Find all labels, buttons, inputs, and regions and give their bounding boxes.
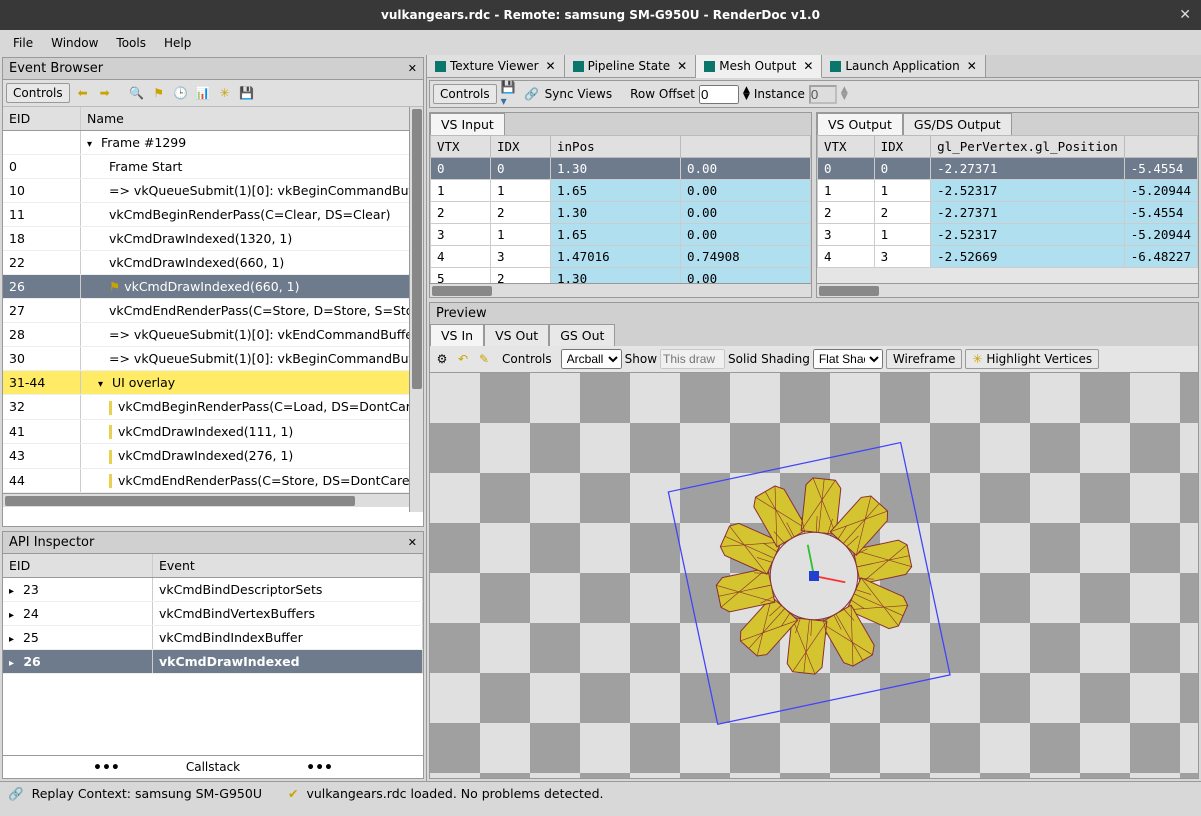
- show-label: Show: [625, 352, 657, 366]
- api-row[interactable]: ▸ 23vkCmdBindDescriptorSets: [3, 578, 423, 602]
- chart-icon[interactable]: 📊: [194, 84, 212, 102]
- menu-window[interactable]: Window: [43, 33, 106, 53]
- event-row[interactable]: 26⚑ vkCmdDrawIndexed(660, 1): [3, 275, 423, 299]
- shading-select[interactable]: Flat Shading: [813, 349, 883, 369]
- event-row[interactable]: 22vkCmdDrawIndexed(660, 1): [3, 251, 423, 275]
- gear-mesh: [664, 426, 964, 726]
- api-row[interactable]: ▸ 26vkCmdDrawIndexed: [3, 650, 423, 674]
- event-browser-title: Event Browser: [9, 61, 103, 76]
- event-row[interactable]: 11vkCmdBeginRenderPass(C=Clear, DS=Clear…: [3, 203, 423, 227]
- table-row[interactable]: 111.650.00: [431, 180, 811, 202]
- wand-icon[interactable]: ✎: [475, 350, 493, 368]
- check-icon: ✔: [288, 786, 298, 801]
- flag-icon[interactable]: ⚑: [150, 84, 168, 102]
- horizontal-scrollbar[interactable]: [817, 283, 1198, 297]
- camera-mode-select[interactable]: Arcball: [561, 349, 622, 369]
- undo-icon[interactable]: ↶: [454, 350, 472, 368]
- table-row[interactable]: 221.300.00: [431, 202, 811, 224]
- highlight-button[interactable]: ✳ Highlight Vertices: [965, 349, 1099, 369]
- column-name[interactable]: Name: [81, 107, 423, 130]
- menu-tools[interactable]: Tools: [108, 33, 154, 53]
- callstack-toggle[interactable]: ••• Callstack •••: [3, 755, 423, 778]
- wireframe-button[interactable]: Wireframe: [886, 349, 963, 369]
- event-row[interactable]: 10=> vkQueueSubmit(1)[0]: vkBeginCommand…: [3, 179, 423, 203]
- event-row[interactable]: 41vkCmdDrawIndexed(111, 1): [3, 420, 423, 445]
- save-icon[interactable]: 💾: [238, 84, 256, 102]
- close-icon[interactable]: ✕: [1179, 7, 1191, 23]
- api-row[interactable]: ▸ 24vkCmdBindVertexBuffers: [3, 602, 423, 626]
- event-row[interactable]: 44vkCmdEndRenderPass(C=Store, DS=DontCar…: [3, 469, 423, 494]
- table-row[interactable]: 001.300.00: [431, 158, 811, 180]
- status-loaded: vulkangears.rdc loaded. No problems dete…: [306, 786, 603, 801]
- next-arrow-icon[interactable]: ➡: [96, 84, 114, 102]
- horizontal-scrollbar[interactable]: [430, 283, 811, 297]
- controls-button[interactable]: Controls: [6, 83, 70, 103]
- tab-texture-viewer[interactable]: Texture Viewer✕: [427, 55, 565, 77]
- gear-icon[interactable]: ⚙: [433, 350, 451, 368]
- row-offset-input[interactable]: [699, 85, 739, 104]
- event-row[interactable]: 31-44▾ UI overlay: [3, 371, 423, 395]
- horizontal-scrollbar[interactable]: [3, 493, 423, 507]
- binoculars-icon[interactable]: 🔍: [128, 84, 146, 102]
- event-row[interactable]: 30=> vkQueueSubmit(1)[0]: vkBeginCommand…: [3, 347, 423, 371]
- tab-vs-input[interactable]: VS Input: [430, 113, 505, 135]
- tab-vs-output[interactable]: VS Output: [817, 113, 903, 135]
- menubar: File Window Tools Help: [0, 30, 1201, 55]
- api-inspector-title: API Inspector: [9, 535, 94, 550]
- tab-gs-out[interactable]: GS Out: [549, 324, 615, 346]
- preview-title: Preview: [436, 306, 487, 321]
- tab-mesh-output[interactable]: Mesh Output✕: [696, 55, 822, 78]
- window-title: vulkangears.rdc - Remote: samsung SM-G95…: [381, 8, 820, 22]
- table-row[interactable]: 11-2.52317-5.20944: [818, 180, 1198, 202]
- controls-label: Controls: [496, 350, 558, 368]
- table-row[interactable]: 521.300.00: [431, 268, 811, 284]
- table-row[interactable]: 311.650.00: [431, 224, 811, 246]
- event-row[interactable]: 18vkCmdDrawIndexed(1320, 1): [3, 227, 423, 251]
- event-row[interactable]: 27vkCmdEndRenderPass(C=Store, D=Store, S…: [3, 299, 423, 323]
- tab-vs-out[interactable]: VS Out: [484, 324, 549, 346]
- event-row[interactable]: 32vkCmdBeginRenderPass(C=Load, DS=DontCa…: [3, 395, 423, 420]
- event-row[interactable]: 43vkCmdDrawIndexed(276, 1): [3, 444, 423, 469]
- status-context: Replay Context: samsung SM-G950U: [32, 786, 262, 801]
- table-row[interactable]: 00-2.27371-5.4554: [818, 158, 1198, 180]
- api-row[interactable]: ▸ 25vkCmdBindIndexBuffer: [3, 626, 423, 650]
- instance-label: Instance: [754, 87, 805, 101]
- menu-help[interactable]: Help: [156, 33, 199, 53]
- event-row[interactable]: 0Frame Start: [3, 155, 423, 179]
- instance-input: [809, 85, 837, 104]
- controls-button[interactable]: Controls: [433, 84, 497, 104]
- tab-gsds-output[interactable]: GS/DS Output: [903, 113, 1012, 135]
- sync-views-label: Sync Views: [545, 87, 612, 101]
- column-eid[interactable]: EID: [3, 107, 81, 130]
- clock-icon[interactable]: 🕒: [172, 84, 190, 102]
- table-row[interactable]: 22-2.27371-5.4554: [818, 202, 1198, 224]
- column-eid[interactable]: EID: [3, 554, 153, 577]
- event-row[interactable]: ▾ Frame #1299: [3, 131, 423, 155]
- table-row[interactable]: 31-2.52317-5.20944: [818, 224, 1198, 246]
- main-tabs: Texture Viewer✕Pipeline State✕Mesh Outpu…: [427, 55, 1201, 78]
- table-row[interactable]: 431.470160.74908: [431, 246, 811, 268]
- event-row[interactable]: 28=> vkQueueSubmit(1)[0]: vkEndCommandBu…: [3, 323, 423, 347]
- gear-icon[interactable]: ✳: [216, 84, 234, 102]
- close-icon[interactable]: ✕: [408, 536, 417, 549]
- tab-launch-application[interactable]: Launch Application✕: [822, 55, 985, 77]
- column-event[interactable]: Event: [153, 554, 423, 577]
- tab-vs-in[interactable]: VS In: [430, 324, 484, 346]
- menu-file[interactable]: File: [5, 33, 41, 53]
- close-icon[interactable]: ✕: [408, 62, 417, 75]
- show-input: [660, 349, 725, 369]
- shading-label: Solid Shading: [728, 352, 810, 366]
- statusbar: 🔗 Replay Context: samsung SM-G950U ✔ vul…: [0, 781, 1201, 805]
- prev-arrow-icon[interactable]: ⬅: [74, 84, 92, 102]
- link-icon[interactable]: 🔗: [523, 85, 541, 103]
- row-offset-label: Row Offset: [630, 87, 695, 101]
- vertical-scrollbar[interactable]: [409, 107, 423, 512]
- mesh-viewport[interactable]: [430, 373, 1198, 778]
- link-icon: 🔗: [8, 786, 24, 802]
- tab-pipeline-state[interactable]: Pipeline State✕: [565, 55, 697, 77]
- save-dropdown-icon[interactable]: 💾▾: [501, 85, 519, 103]
- table-row[interactable]: 43-2.52669-6.48227: [818, 246, 1198, 268]
- titlebar: vulkangears.rdc - Remote: samsung SM-G95…: [0, 0, 1201, 30]
